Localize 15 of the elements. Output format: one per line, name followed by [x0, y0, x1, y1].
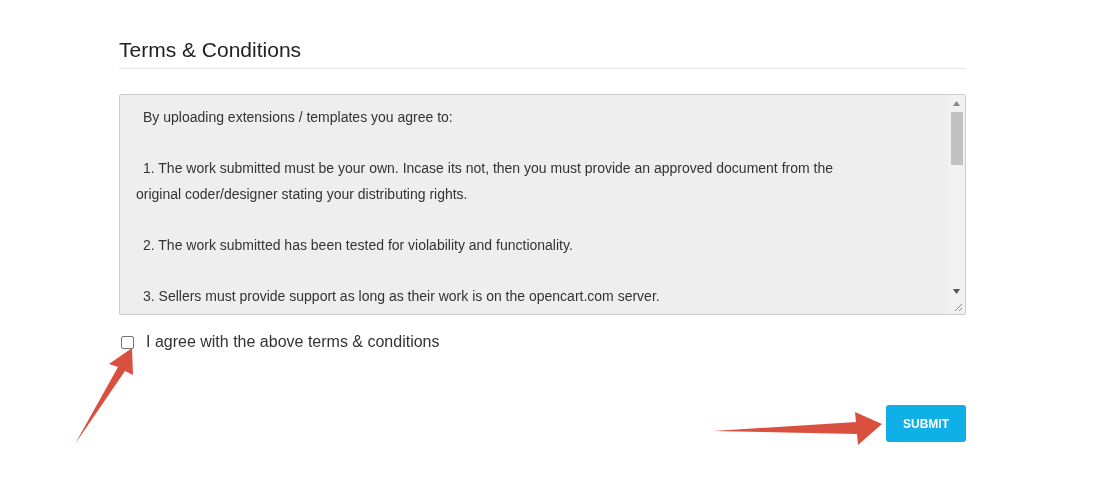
submit-button[interactable]: SUBMIT [886, 405, 966, 442]
section-title: Terms & Conditions [119, 37, 302, 63]
agree-checkbox[interactable] [121, 335, 134, 349]
terms-line: 2. The work submitted has been tested for violability and functionality. [142, 236, 573, 253]
scroll-up-icon[interactable] [953, 101, 960, 106]
resize-grip-icon[interactable] [954, 303, 963, 312]
terms-line: By uploading extensions / templates you agree to: [142, 109, 453, 125]
terms-line: 1. The work submitted must be your own. Incase its not, then you must provide an approved document from the [142, 160, 833, 176]
scroll-down-icon[interactable] [953, 289, 960, 294]
agree-label: I agree with the above terms & conditions [146, 332, 440, 352]
terms-text-area[interactable] [119, 94, 966, 315]
scrollbar[interactable] [948, 95, 965, 314]
terms-line: 3. Sellers must provide support as long as their work is on the opencart.com server. [142, 287, 660, 304]
scroll-thumb[interactable] [950, 112, 963, 165]
terms-line: original coder/designer stating your distributing rights. [136, 185, 468, 202]
